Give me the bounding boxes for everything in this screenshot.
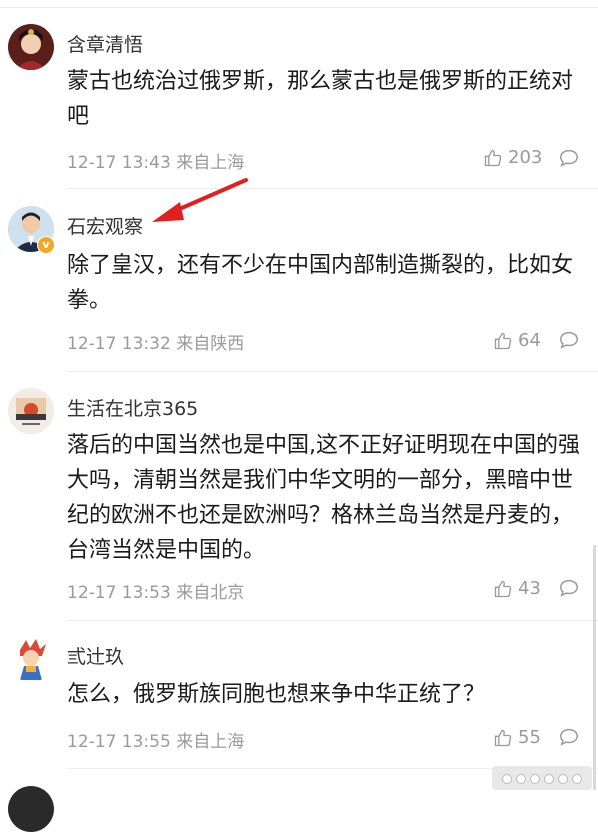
divider xyxy=(67,620,598,621)
avatar[interactable] xyxy=(8,636,54,682)
time-location: 12-17 13:53 来自北京 xyxy=(67,583,245,603)
username[interactable]: 生活在北京365 xyxy=(67,394,198,421)
comment-bubble-icon[interactable] xyxy=(558,726,580,748)
like-button[interactable]: 64 xyxy=(493,330,541,351)
username[interactable]: 含章清悟 xyxy=(67,30,143,57)
like-button[interactable]: 55 xyxy=(493,727,541,748)
like-count: 55 xyxy=(518,727,541,748)
avatar[interactable] xyxy=(8,388,54,434)
comment-bubble-icon[interactable] xyxy=(558,329,580,351)
avatar[interactable] xyxy=(8,24,54,70)
comment-text: 除了皇汉，还有不少在中国内部制造撕裂的，比如女拳。 xyxy=(67,253,574,313)
like-button[interactable]: 43 xyxy=(493,578,541,599)
username[interactable]: 弎辻玖 xyxy=(67,642,124,669)
verified-badge: v xyxy=(37,236,55,254)
thumbs-up-icon xyxy=(494,729,512,746)
comment-bubble-icon[interactable] xyxy=(558,577,580,599)
top-divider xyxy=(0,7,598,8)
time-location: 12-17 13:32 来自陕西 xyxy=(67,334,245,354)
annotation-arrow xyxy=(152,178,248,222)
time-location: 12-17 13:43 来自上海 xyxy=(67,153,245,173)
watermark xyxy=(492,766,592,790)
scrollbar[interactable] xyxy=(593,545,596,790)
comment-text: 蒙古也统治过俄罗斯，那么蒙古也是俄罗斯的正统对吧 xyxy=(67,69,574,129)
time-location: 12-17 13:55 来自上海 xyxy=(67,732,245,752)
divider xyxy=(67,188,598,189)
like-count: 64 xyxy=(518,330,541,351)
thumbs-up-icon xyxy=(484,149,502,166)
thumbs-up-icon xyxy=(494,332,512,349)
like-count: 203 xyxy=(508,147,543,168)
avatar[interactable] xyxy=(8,786,54,832)
comment-bubble-icon[interactable] xyxy=(558,147,580,169)
divider xyxy=(67,371,598,372)
like-count: 43 xyxy=(518,578,541,599)
comment-text: 怎么，俄罗斯族同胞也想来争中华正统了？ xyxy=(67,682,486,707)
username[interactable]: 石宏观察 xyxy=(67,212,143,239)
thumbs-up-icon xyxy=(494,580,512,597)
comment-text: 落后的中国当然也是中国,这不正好证明现在中国的强大吗，清朝当然是我们中华文明的一… xyxy=(67,433,580,563)
like-button[interactable]: 203 xyxy=(483,147,542,168)
